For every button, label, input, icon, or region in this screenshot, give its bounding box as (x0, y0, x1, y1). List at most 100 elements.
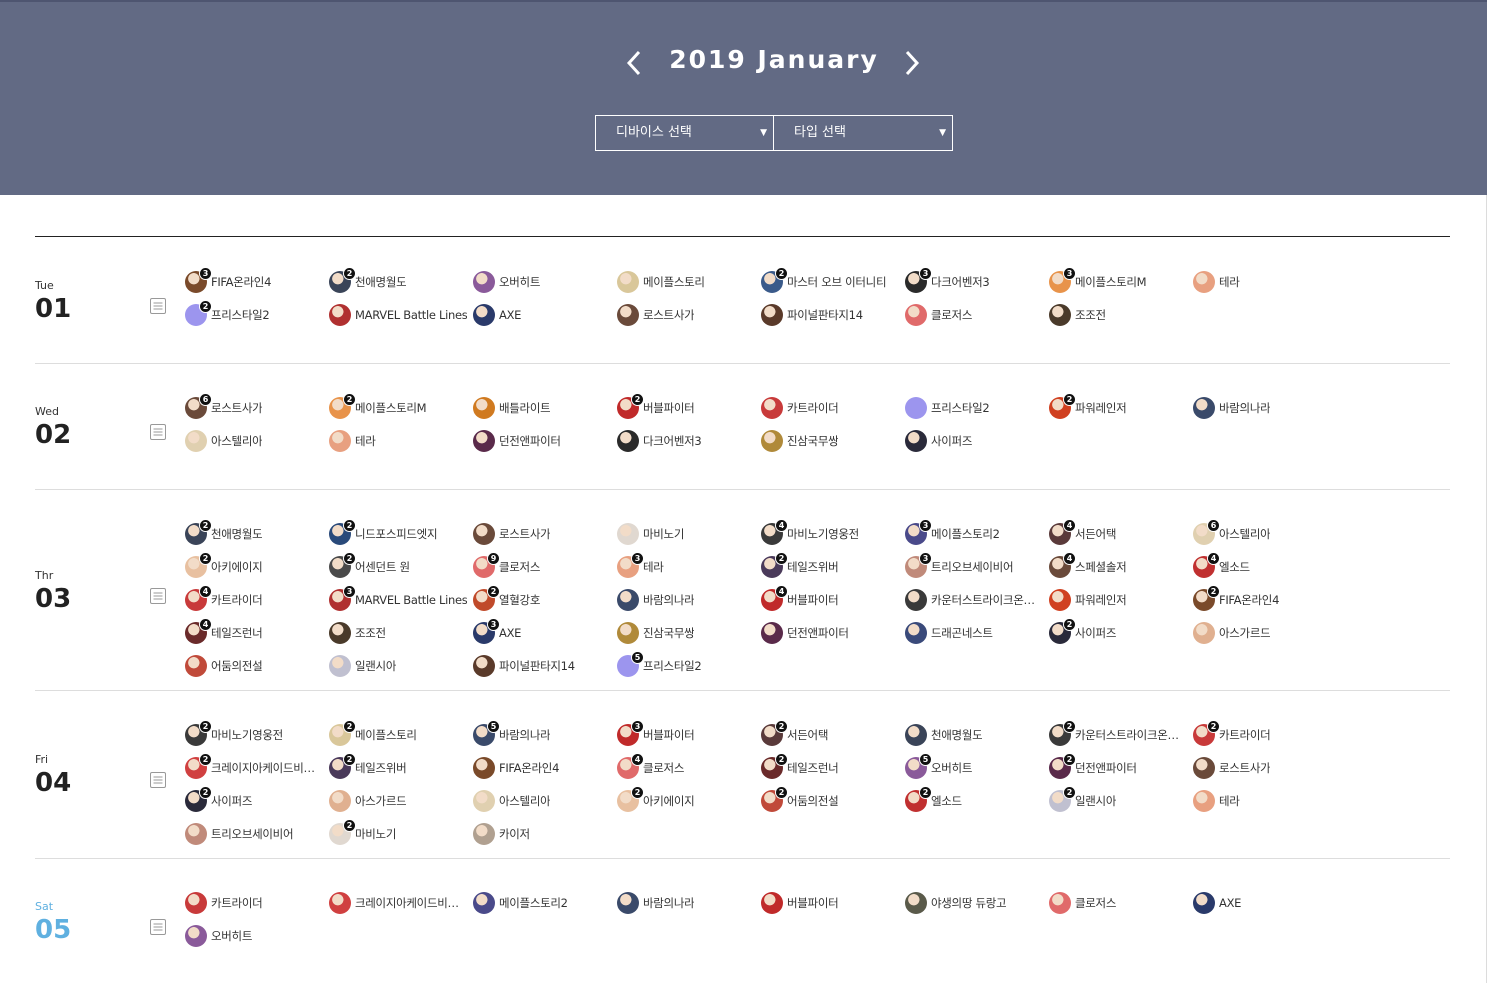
game-item[interactable]: 2 어둠의전설 (761, 786, 838, 812)
game-item[interactable]: 카트라이더 (185, 892, 262, 914)
game-item[interactable]: 바람의나라 (617, 892, 694, 914)
game-item[interactable]: 오버히트 (185, 925, 252, 947)
game-item[interactable]: 천애명월도 (905, 724, 982, 746)
game-item[interactable]: 다크어벤저3 (617, 430, 701, 452)
game-item[interactable]: 메이플스토리 (617, 271, 705, 293)
game-item[interactable]: 5 오버히트 (905, 753, 972, 779)
game-item[interactable]: MARVEL Battle Lines (329, 304, 467, 326)
list-view-icon[interactable] (150, 772, 166, 788)
game-item[interactable]: 3 메이플스토리2 (905, 519, 1000, 545)
game-item[interactable]: 카이저 (473, 823, 530, 845)
game-item[interactable]: 파워레인저 (1049, 589, 1126, 611)
game-item[interactable]: 메이플스토리2 (473, 892, 568, 914)
list-view-icon[interactable] (150, 424, 166, 440)
game-item[interactable]: 2 천애명월도 (329, 267, 406, 293)
game-item[interactable]: 2 사이퍼즈 (1049, 618, 1116, 644)
game-item[interactable]: 프리스타일2 (905, 397, 989, 419)
prev-month-button[interactable] (620, 46, 648, 80)
game-item[interactable]: 야생의땅 듀랑고 (905, 892, 1006, 914)
game-item[interactable]: 카운터스트라이크온라인2 (905, 589, 1044, 611)
game-item[interactable]: 3 FIFA온라인4 (185, 267, 271, 293)
game-item[interactable]: 4 테일즈런너 (185, 618, 262, 644)
game-item[interactable]: 3 AXE (473, 618, 521, 644)
game-item[interactable]: 2 사이퍼즈 (185, 786, 252, 812)
game-item[interactable]: 2 메이플스토리M (329, 393, 426, 419)
game-item[interactable]: 4 서든어택 (1049, 519, 1116, 545)
game-item[interactable]: 2 카트라이더 (1193, 720, 1270, 746)
game-item[interactable]: 2 던전앤파이터 (1049, 753, 1137, 779)
game-item[interactable]: 2 테일즈위버 (761, 552, 838, 578)
game-item[interactable]: 2 서든어택 (761, 720, 828, 746)
game-item[interactable]: 2 프리스타일2 (185, 300, 269, 326)
game-item[interactable]: 어둠의전설 (185, 655, 262, 677)
list-view-icon[interactable] (150, 298, 166, 314)
game-item[interactable]: 로스트사가 (473, 523, 550, 545)
game-item[interactable]: 클로저스 (1049, 892, 1116, 914)
game-item[interactable]: 4 클로저스 (617, 753, 684, 779)
type-select[interactable]: 타입 선택 ▼ (773, 115, 953, 151)
game-item[interactable]: 던전앤파이터 (473, 430, 561, 452)
game-item[interactable]: 2 일랜시아 (1049, 786, 1116, 812)
game-item[interactable]: 3 트리오브세이비어 (905, 552, 1013, 578)
game-item[interactable]: 카트라이더 (761, 397, 838, 419)
game-item[interactable]: 파이널판타지14 (761, 304, 863, 326)
game-item[interactable]: 진삼국무쌍 (617, 622, 694, 644)
game-item[interactable]: 드래곤네스트 (905, 622, 993, 644)
list-view-icon[interactable] (150, 587, 166, 604)
game-item[interactable]: 3 MARVEL Battle Lines (329, 585, 467, 611)
game-item[interactable]: 조조전 (329, 622, 386, 644)
game-item[interactable]: 6 로스트사가 (185, 393, 262, 419)
game-item[interactable]: 3 테라 (617, 552, 664, 578)
game-item[interactable]: 진삼국무쌍 (761, 430, 838, 452)
game-item[interactable]: 4 카트라이더 (185, 585, 262, 611)
game-item[interactable]: 오버히트 (473, 271, 540, 293)
game-item[interactable]: 마비노기 (617, 523, 684, 545)
game-item[interactable]: 2 아키에이지 (617, 786, 694, 812)
game-item[interactable]: 2 엘소드 (905, 786, 962, 812)
game-item[interactable]: 테라 (329, 430, 376, 452)
game-item[interactable]: 2 마비노기영웅전 (185, 720, 283, 746)
game-item[interactable]: 테라 (1193, 790, 1240, 812)
game-item[interactable]: 2 FIFA온라인4 (1193, 585, 1279, 611)
game-item[interactable]: 파이널판타지14 (473, 655, 575, 677)
game-item[interactable]: 아스가르드 (329, 790, 406, 812)
list-view-icon[interactable] (150, 918, 166, 935)
game-item[interactable]: 4 버블파이터 (761, 585, 838, 611)
game-item[interactable]: 2 버블파이터 (617, 393, 694, 419)
game-item[interactable]: 크레이지아케이드비엔비 (329, 892, 468, 914)
game-item[interactable]: 5 프리스타일2 (617, 651, 701, 677)
game-item[interactable]: 트리오브세이비어 (185, 823, 293, 845)
game-item[interactable]: 3 메이플스토리M (1049, 267, 1146, 293)
game-item[interactable]: 조조전 (1049, 304, 1106, 326)
game-item[interactable]: 4 마비노기영웅전 (761, 519, 859, 545)
game-item[interactable]: 2 마비노기 (329, 819, 396, 845)
game-item[interactable]: 9 클로저스 (473, 552, 540, 578)
game-item[interactable]: 2 천애명월도 (185, 519, 262, 545)
game-item[interactable]: FIFA온라인4 (473, 757, 559, 779)
game-item[interactable]: 2 마스터 오브 이터니티 (761, 267, 886, 293)
game-item[interactable]: 2 어센던트 원 (329, 552, 410, 578)
game-item[interactable]: 2 메이플스토리 (329, 720, 417, 746)
game-item[interactable]: AXE (1193, 892, 1241, 914)
game-item[interactable]: 아스텔리아 (473, 790, 550, 812)
game-item[interactable]: 2 크레이지아케이드비엔비 (185, 753, 324, 779)
game-item[interactable]: 3 버블파이터 (617, 720, 694, 746)
game-item[interactable]: 배틀라이트 (473, 397, 550, 419)
game-item[interactable]: 5 바람의나라 (473, 720, 550, 746)
game-item[interactable]: 로스트사가 (617, 304, 694, 326)
game-item[interactable]: 2 카운터스트라이크온라인2 (1049, 720, 1188, 746)
game-item[interactable]: 로스트사가 (1193, 757, 1270, 779)
game-item[interactable]: 아스텔리아 (185, 430, 262, 452)
game-item[interactable]: 바람의나라 (617, 589, 694, 611)
game-item[interactable]: 2 테일즈런너 (761, 753, 838, 779)
game-item[interactable]: 2 니드포스피드엣지 (329, 519, 437, 545)
game-item[interactable]: 아스가르드 (1193, 622, 1270, 644)
game-item[interactable]: 6 아스텔리아 (1193, 519, 1270, 545)
game-item[interactable]: 3 다크어벤저3 (905, 267, 989, 293)
game-item[interactable]: 버블파이터 (761, 892, 838, 914)
game-item[interactable]: 일랜시아 (329, 655, 396, 677)
game-item[interactable]: 바람의나라 (1193, 397, 1270, 419)
game-item[interactable]: 2 열혈강호 (473, 585, 540, 611)
game-item[interactable]: 4 스페셜솔저 (1049, 552, 1126, 578)
game-item[interactable]: 2 아키에이지 (185, 552, 262, 578)
